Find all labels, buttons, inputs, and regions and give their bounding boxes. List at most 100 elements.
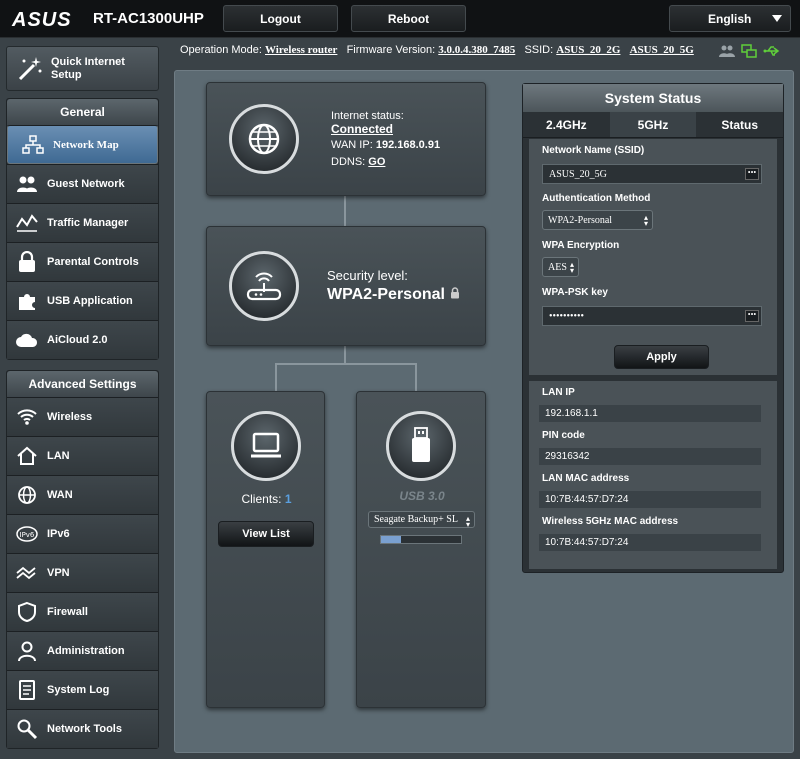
computer-icon — [231, 411, 301, 481]
more-icon[interactable]: ••• — [745, 310, 759, 322]
router-icon — [229, 251, 299, 321]
sidebar-item-label: VPN — [47, 567, 70, 579]
tab-5ghz[interactable]: 5GHz — [609, 112, 697, 138]
reboot-button[interactable]: Reboot — [351, 5, 466, 32]
wpa-encryption-select[interactable]: AES ▴ ▾ — [542, 257, 579, 277]
model-name: RT-AC1300UHP — [93, 10, 204, 27]
quick-internet-setup-label: Quick Internet Setup — [51, 55, 125, 81]
language-select[interactable]: English — [669, 5, 791, 32]
wan-ip-value: 192.168.0.91 — [375, 139, 441, 151]
sidebar-item-label: Administration — [47, 645, 125, 657]
lan-ip-label: LAN IP — [542, 387, 575, 398]
sidebar-item-label: Traffic Manager — [47, 217, 129, 229]
sidebar-item-usb-application[interactable]: USB Application — [7, 281, 158, 320]
tab-2-4ghz[interactable]: 2.4GHz — [523, 112, 610, 138]
internet-card[interactable]: Internet status: Connected WAN IP: 192.1… — [206, 82, 486, 196]
usb-card[interactable]: USB 3.0 Seagate Backup+ SL ▴ ▾ — [356, 391, 486, 708]
internet-status-link[interactable]: Connected — [331, 122, 393, 136]
apply-button[interactable]: Apply — [614, 345, 709, 369]
wireless-mac-label: Wireless 5GHz MAC address — [542, 516, 679, 527]
ssid-input[interactable]: ASUS_20_5G ••• — [542, 164, 762, 184]
sidebar-item-firewall[interactable]: Firewall — [7, 592, 158, 631]
usb-status-icon[interactable] — [763, 44, 781, 63]
auth-method-label: Authentication Method — [542, 193, 651, 204]
system-status-title: System Status — [523, 84, 783, 112]
quick-internet-setup-button[interactable]: Quick Internet Setup — [6, 46, 159, 91]
network-status-icon[interactable] — [741, 44, 757, 63]
usb-usage-fill — [381, 536, 401, 543]
internet-status-label: Internet status: — [331, 110, 404, 122]
sidebar: Quick Internet Setup General Network Map… — [0, 38, 166, 759]
cloud-icon — [15, 328, 39, 352]
operation-mode-link[interactable]: Wireless router — [265, 44, 337, 56]
updown-arrow-icon: ▴ ▾ — [465, 514, 470, 529]
network-map-icon — [21, 133, 45, 157]
connector-line — [275, 363, 417, 365]
ssid-2g-link[interactable]: ASUS_20_2G — [556, 44, 620, 56]
firmware-label: Firmware Version: — [346, 44, 436, 56]
sidebar-item-network-tools[interactable]: Network Tools — [7, 709, 158, 748]
sidebar-item-label: IPv6 — [47, 528, 70, 540]
home-icon — [15, 444, 39, 468]
ddns-go-link[interactable]: GO — [368, 156, 385, 168]
sidebar-item-wan[interactable]: WAN — [7, 475, 158, 514]
router-card[interactable]: Security level: WPA2-Personal — [206, 226, 486, 346]
wpa-psk-value: •••••••••• — [549, 310, 585, 322]
ssid-5g-link[interactable]: ASUS_20_5G — [630, 44, 694, 56]
usb-device-select[interactable]: Seagate Backup+ SL ▴ ▾ — [368, 511, 475, 529]
sidebar-item-label: USB Application — [47, 295, 133, 307]
wireless-mac-value: 10:7B:44:57:D7:24 — [539, 534, 761, 551]
operation-info-bar: Operation Mode: Wireless router Firmware… — [180, 44, 694, 56]
clients-status-icon[interactable] — [719, 44, 735, 63]
sidebar-item-label: Wireless — [47, 411, 93, 423]
sidebar-item-traffic-manager[interactable]: Traffic Manager — [7, 203, 158, 242]
sidebar-item-vpn[interactable]: VPN — [7, 553, 158, 592]
sidebar-item-network-map[interactable]: Network Map — [7, 125, 158, 164]
sidebar-item-label: Network Map — [53, 138, 119, 151]
sidebar-item-parental-controls[interactable]: Parental Controls — [7, 242, 158, 281]
sidebar-item-wireless[interactable]: Wireless — [7, 397, 158, 436]
connector-line — [344, 196, 346, 226]
lan-ip-value: 192.168.1.1 — [539, 405, 761, 422]
sidebar-item-label: Parental Controls — [47, 256, 139, 268]
ssid-label: SSID: — [524, 44, 554, 56]
wpa-psk-input[interactable]: •••••••••• ••• — [542, 306, 762, 326]
logout-button[interactable]: Logout — [223, 5, 338, 32]
guest-network-icon — [15, 172, 39, 196]
sidebar-item-lan[interactable]: LAN — [7, 436, 158, 475]
tools-icon — [15, 717, 39, 741]
sidebar-item-ipv6[interactable]: IPv6 IPv6 — [7, 514, 158, 553]
tab-status[interactable]: Status — [696, 112, 784, 138]
wpa-encryption-label: WPA Encryption — [542, 240, 620, 251]
top-bar: ASUS RT-AC1300UHP Logout Reboot English — [0, 0, 800, 38]
updown-arrow-icon: ▴ ▾ — [643, 213, 648, 228]
ssid-field-label: Network Name (SSID) — [542, 145, 645, 156]
more-icon[interactable]: ••• — [745, 168, 759, 180]
view-list-button[interactable]: View List — [218, 521, 314, 547]
usb-drive-icon — [386, 411, 456, 481]
clients-count: 1 — [284, 492, 292, 506]
sidebar-item-administration[interactable]: Administration — [7, 631, 158, 670]
pin-code-label: PIN code — [542, 430, 585, 441]
sidebar-item-guest-network[interactable]: Guest Network — [7, 164, 158, 203]
clients-label: Clients: — [241, 492, 282, 506]
lan-info-section: LAN IP 192.168.1.1 PIN code 29316342 LAN… — [529, 381, 777, 569]
asus-logo[interactable]: ASUS — [12, 9, 72, 32]
internet-globe-icon — [229, 104, 299, 174]
sidebar-item-aicloud[interactable]: AiCloud 2.0 — [7, 320, 158, 359]
pin-code-value: 29316342 — [539, 448, 761, 465]
ddns-label: DDNS: — [331, 156, 366, 168]
operation-mode-label: Operation Mode: — [180, 44, 262, 56]
security-level-label: Security level: — [327, 268, 408, 283]
updown-arrow-icon: ▴ ▾ — [569, 260, 574, 275]
clients-card[interactable]: Clients: 1 View List — [206, 391, 325, 708]
auth-method-select[interactable]: WPA2-Personal ▴ ▾ — [542, 210, 653, 230]
sidebar-item-label: System Log — [47, 684, 110, 696]
firmware-link[interactable]: 3.0.0.4.380_7485 — [438, 44, 515, 56]
sidebar-item-system-log[interactable]: System Log — [7, 670, 158, 709]
ssid-input-value: ASUS_20_5G — [549, 168, 607, 180]
connector-line — [415, 363, 417, 391]
lock-icon — [450, 286, 460, 304]
wpa-encryption-value: AES — [548, 261, 567, 273]
magic-wand-icon — [15, 54, 45, 84]
